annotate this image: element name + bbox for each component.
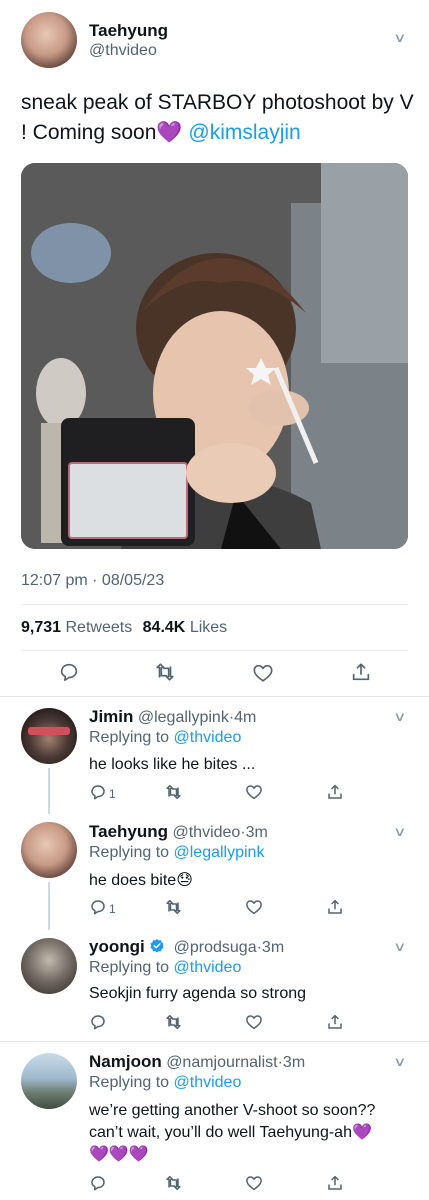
tweet-stats: 9,731 Retweets 84.4K Likes: [21, 619, 227, 637]
replying-to-label: Replying to: [89, 1074, 170, 1091]
share-icon[interactable]: [326, 898, 344, 916]
reply-author-name[interactable]: Namjoon: [89, 1052, 162, 1071]
replying-to-line: Replying to @thvideo: [89, 729, 241, 747]
author-avatar[interactable]: [21, 12, 77, 68]
reply-author-name[interactable]: yoongi: [89, 937, 145, 956]
reply-avatar[interactable]: [21, 708, 77, 764]
share-icon[interactable]: [326, 1013, 344, 1031]
chevron-down-icon[interactable]: ∨: [393, 709, 406, 725]
chevron-down-icon[interactable]: ∨: [393, 939, 406, 955]
share-icon[interactable]: [326, 783, 344, 801]
author-name[interactable]: Taehyung: [89, 21, 168, 41]
reply-author-handle[interactable]: @legallypink: [138, 709, 229, 726]
reply-author-name[interactable]: Taehyung: [89, 822, 168, 841]
share-icon[interactable]: [350, 661, 372, 683]
replying-to-label: Replying to: [89, 959, 170, 976]
retweet-icon[interactable]: [164, 783, 183, 801]
replying-to-handle[interactable]: @thvideo: [174, 959, 242, 976]
retweet-icon[interactable]: [164, 1013, 183, 1031]
retweet-icon[interactable]: [164, 898, 183, 916]
likes-count[interactable]: 84.4K: [143, 619, 186, 636]
replying-to-handle[interactable]: @thvideo: [174, 729, 242, 746]
reply-text: we’re getting another V-shoot so soon?? …: [89, 1100, 414, 1166]
reply-text: he looks like he bites ...: [89, 756, 256, 773]
chevron-down-icon[interactable]: ∨: [393, 1054, 406, 1070]
like-icon[interactable]: [245, 898, 263, 916]
reply-divider: [0, 1041, 429, 1042]
purple-heart-emoji: 💜: [156, 121, 183, 144]
sweat-emoji: 😓: [176, 872, 193, 889]
chevron-down-icon[interactable]: ∨: [393, 30, 406, 46]
reply-author-name[interactable]: Jimin: [89, 707, 133, 726]
replying-to-handle[interactable]: @legallypink: [174, 844, 265, 861]
reply-time[interactable]: 4m: [234, 709, 256, 726]
reply-text-line-1: we’re getting another V-shoot so soon??: [89, 1102, 376, 1119]
reply-icon[interactable]: [89, 1174, 107, 1192]
retweets-count[interactable]: 9,731: [21, 619, 61, 636]
reply-count: 1: [109, 787, 116, 801]
reply-header: Namjoon @namjournalist·3m: [89, 1052, 305, 1072]
reply-text-line-2: can’t wait, you’ll do well Taehyung-ah: [89, 1124, 352, 1141]
reply-avatar[interactable]: [21, 1053, 77, 1109]
reply-time[interactable]: 3m: [246, 824, 268, 841]
replying-to-line: Replying to @thvideo: [89, 959, 241, 977]
thread-line: [48, 882, 50, 930]
reply-header: Jimin @legallypink·4m: [89, 707, 256, 727]
tweet-text: sneak peak of STARBOY photoshoot by V ! …: [21, 88, 416, 148]
like-icon[interactable]: [245, 1174, 263, 1192]
tweet-timestamp[interactable]: 12:07 pm · 08/05/23: [21, 572, 164, 590]
reply-text-line: he does bite😓: [89, 870, 193, 890]
reply-count: 1: [109, 902, 116, 916]
stats-divider-bottom: [21, 650, 408, 651]
like-icon[interactable]: [245, 1013, 263, 1031]
reply-author-handle[interactable]: @thvideo: [172, 824, 240, 841]
thread-line: [48, 768, 50, 814]
reply-icon[interactable]: [89, 898, 107, 916]
replying-to-label: Replying to: [89, 729, 170, 746]
reply-avatar[interactable]: [21, 822, 77, 878]
verified-badge-icon: [149, 938, 165, 954]
reply-icon[interactable]: [89, 783, 107, 801]
mention-link[interactable]: @kimslayjin: [188, 121, 300, 144]
purple-hearts-row: 💜💜💜: [89, 1146, 149, 1163]
author-handle[interactable]: @thvideo: [89, 42, 157, 60]
retweet-icon[interactable]: [164, 1174, 183, 1192]
replying-to-line: Replying to @thvideo: [89, 1074, 241, 1092]
reply-icon[interactable]: [58, 661, 80, 683]
reply-header: yoongi @prodsuga·3m: [89, 937, 284, 957]
photo-of-person-with-phone-icon: [21, 163, 408, 549]
like-icon[interactable]: [245, 783, 263, 801]
reply-author-handle[interactable]: @namjournalist: [166, 1054, 277, 1071]
reply-avatar[interactable]: [21, 938, 77, 994]
reply-text-line-2-wrap: can’t wait, you’ll do well Taehyung-ah💜: [89, 1122, 414, 1144]
likes-label[interactable]: Likes: [190, 619, 227, 636]
like-icon[interactable]: [252, 662, 274, 684]
replying-to-line: Replying to @legallypink: [89, 844, 264, 862]
reply-time[interactable]: 3m: [262, 939, 284, 956]
replying-to-label: Replying to: [89, 844, 170, 861]
purple-heart-emoji: 💜: [351, 1124, 372, 1141]
tweet-photo[interactable]: [21, 163, 408, 549]
retweets-label[interactable]: Retweets: [66, 619, 133, 636]
reply-text: he does bite: [89, 872, 177, 889]
main-tweet-divider: [0, 696, 429, 697]
replying-to-handle[interactable]: @thvideo: [174, 1074, 242, 1091]
reply-author-handle[interactable]: @prodsuga: [174, 939, 257, 956]
reply-text: Seokjin furry agenda so strong: [89, 985, 307, 1002]
reply-header: Taehyung @thvideo·3m: [89, 822, 268, 842]
reply-icon[interactable]: [89, 1013, 107, 1031]
chevron-down-icon[interactable]: ∨: [393, 824, 406, 840]
stats-divider-top: [21, 604, 408, 605]
reply-time[interactable]: 3m: [283, 1054, 305, 1071]
retweet-icon[interactable]: [153, 661, 177, 683]
share-icon[interactable]: [326, 1174, 344, 1192]
